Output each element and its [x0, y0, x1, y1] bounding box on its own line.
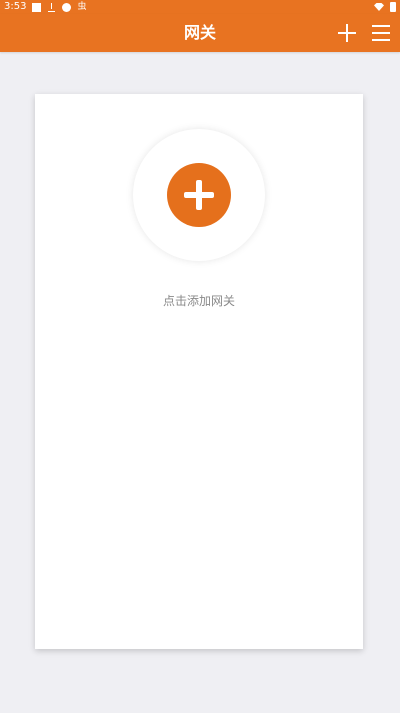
wifi-icon: [374, 3, 384, 11]
menu-icon-line-2: [372, 32, 390, 34]
status-tiny-text: 虫: [77, 2, 87, 12]
status-right: [374, 2, 396, 12]
add-gateway-button[interactable]: [338, 24, 356, 42]
add-gateway-hint: 点击添加网关: [162, 294, 235, 308]
plus-icon-vertical: [196, 180, 202, 210]
add-button-ring: [133, 129, 265, 261]
download-icon: [47, 2, 56, 12]
app-bar: 网关: [0, 14, 400, 52]
menu-button[interactable]: [372, 25, 390, 41]
menu-icon: [372, 25, 390, 27]
status-time: 3:53: [4, 1, 27, 12]
square-icon: [32, 2, 42, 12]
menu-icon-line-3: [372, 39, 390, 41]
plus-icon-vertical: [346, 24, 348, 42]
add-gateway-circle-button[interactable]: [167, 163, 231, 227]
notification-icon: [62, 2, 72, 12]
battery-icon: [390, 2, 396, 12]
gateway-card: 点击添加网关: [35, 94, 363, 649]
status-bar: 3:53 虫: [0, 0, 400, 14]
status-left: 3:53 虫: [4, 0, 86, 14]
